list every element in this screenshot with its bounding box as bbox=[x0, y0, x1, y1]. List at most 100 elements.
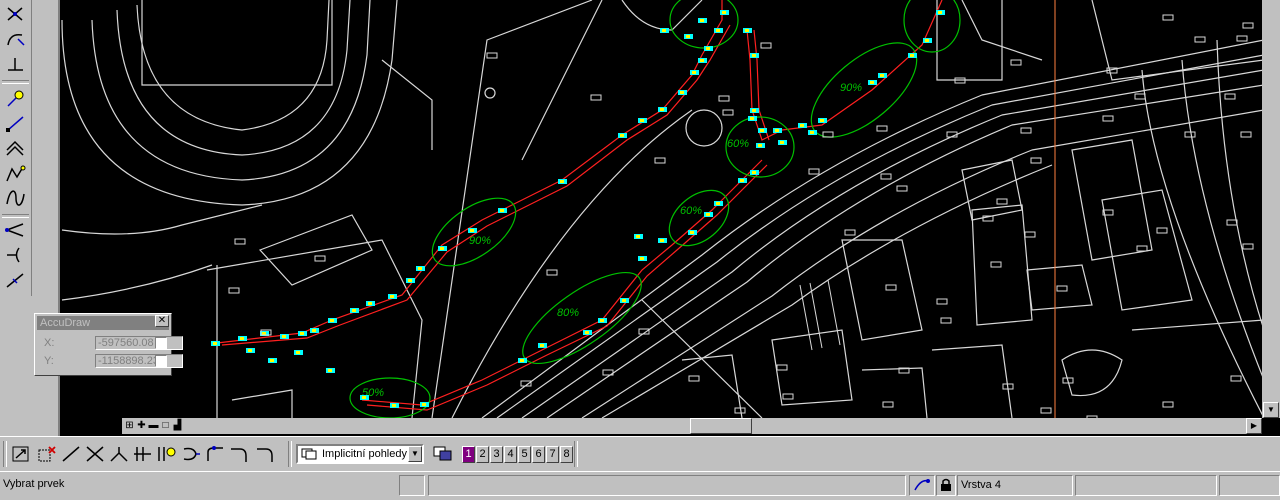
accudraw-title[interactable]: AccuDraw bbox=[37, 316, 169, 330]
construct-angle-icon[interactable] bbox=[4, 220, 27, 241]
arc-tangent-tool-icon[interactable] bbox=[4, 29, 27, 50]
smartline-icon[interactable] bbox=[4, 163, 27, 184]
horizontal-scroll-thumb[interactable] bbox=[690, 418, 752, 434]
survey-marker-core bbox=[660, 108, 664, 111]
trim-tool-icon[interactable] bbox=[180, 444, 202, 464]
survey-marker-core bbox=[636, 235, 640, 238]
survey-marker-core bbox=[585, 331, 589, 334]
bulb-tool-icon[interactable] bbox=[156, 444, 178, 464]
survey-marker-core bbox=[752, 171, 756, 174]
line-tool-icon[interactable] bbox=[60, 444, 82, 464]
window-area-icon[interactable]: □ bbox=[160, 420, 171, 432]
delete-element-icon[interactable] bbox=[36, 444, 58, 464]
scroll-right-button[interactable]: ▶ bbox=[1246, 418, 1262, 434]
x-lock-checkbox[interactable] bbox=[155, 337, 167, 349]
zoom-out-icon[interactable]: ▬ bbox=[148, 420, 159, 432]
snap-mode-icon[interactable] bbox=[909, 475, 935, 496]
cell-symbol bbox=[234, 238, 246, 245]
cell-symbol bbox=[1230, 375, 1242, 382]
modify-arc-icon[interactable] bbox=[254, 444, 276, 464]
accudraw-close-button[interactable]: ✕ bbox=[155, 315, 169, 327]
cell-symbol bbox=[228, 287, 240, 294]
survey-marker-core bbox=[418, 267, 422, 270]
survey-marker-core bbox=[780, 141, 784, 144]
survey-marker-core bbox=[540, 344, 544, 347]
y-coordinate-field[interactable]: -1158898.23 bbox=[95, 354, 183, 368]
survey-marker-core bbox=[270, 359, 274, 362]
cell-symbol bbox=[1030, 157, 1042, 164]
map-canvas[interactable]: 90% 60% 60% 90% 80% 50% bbox=[60, 0, 1264, 418]
parallel-tool-icon[interactable] bbox=[132, 444, 154, 464]
survey-marker-core bbox=[296, 351, 300, 354]
view-button-2[interactable]: 2 bbox=[476, 446, 489, 463]
cell-symbol bbox=[776, 364, 788, 371]
place-line-icon[interactable] bbox=[4, 113, 27, 134]
survey-marker-core bbox=[622, 299, 626, 302]
cell-symbol bbox=[1056, 285, 1068, 292]
survey-marker-core bbox=[560, 180, 564, 183]
survey-marker-core bbox=[752, 109, 756, 112]
construct-tangent-icon[interactable] bbox=[4, 245, 27, 266]
place-line-bulb-icon[interactable] bbox=[4, 88, 27, 109]
active-level[interactable]: Vrstva 4 bbox=[957, 475, 1073, 496]
view-button-4[interactable]: 4 bbox=[504, 446, 517, 463]
prompt-text: Vybrat prvek bbox=[3, 478, 65, 490]
update-view-icon[interactable]: ⊞ bbox=[124, 420, 135, 432]
survey-marker-core bbox=[700, 19, 704, 22]
view-button-6[interactable]: 6 bbox=[532, 446, 545, 463]
cell-symbol bbox=[1240, 131, 1252, 138]
cell-symbol bbox=[1136, 245, 1148, 252]
cell-symbol bbox=[844, 229, 856, 236]
zoom-in-icon[interactable]: ✚ bbox=[136, 420, 147, 432]
cell-symbol bbox=[486, 52, 498, 59]
parking-rows bbox=[799, 279, 841, 351]
curve-icon[interactable] bbox=[4, 188, 27, 209]
view-button-8[interactable]: 8 bbox=[560, 446, 573, 463]
view-windows-icon[interactable] bbox=[432, 444, 454, 464]
cell-symbol bbox=[990, 261, 1002, 268]
cell-symbol bbox=[880, 173, 892, 180]
survey-marker-core bbox=[392, 404, 396, 407]
fit-view-icon[interactable]: ▟ bbox=[172, 420, 183, 432]
view-button-5[interactable]: 5 bbox=[518, 446, 531, 463]
view-button-7[interactable]: 7 bbox=[546, 446, 559, 463]
palette-separator bbox=[2, 80, 29, 84]
view-button-3[interactable]: 3 bbox=[490, 446, 503, 463]
survey-marker-core bbox=[938, 11, 942, 14]
chevron-down-icon[interactable]: ▼ bbox=[408, 446, 422, 462]
cell-symbol bbox=[1040, 407, 1052, 414]
construct-line-icon[interactable] bbox=[4, 270, 27, 291]
horizontal-scrollbar[interactable]: ▶ bbox=[184, 418, 1262, 434]
intersect-tool-icon[interactable] bbox=[4, 4, 27, 25]
bottom-toolbar: Implicitní pohledy ▼ 12345678 bbox=[0, 436, 1280, 472]
survey-marker-core bbox=[300, 332, 304, 335]
cell-symbol bbox=[885, 284, 897, 291]
view-button-1[interactable]: 1 bbox=[462, 446, 475, 463]
drawing-view[interactable]: 90% 60% 60% 90% 80% 50% ⊞ ✚ ▬ □ ▟ ⟲ ⤢ ↶ … bbox=[58, 0, 1280, 436]
cell-symbol bbox=[1024, 231, 1036, 238]
element-selection-icon[interactable] bbox=[10, 444, 32, 464]
x-coordinate-field[interactable]: -597560.08 bbox=[95, 336, 183, 350]
multiline-icon[interactable] bbox=[4, 138, 27, 159]
survey-marker-core bbox=[352, 309, 356, 312]
cell-symbol bbox=[546, 269, 558, 276]
chamfer-tool-icon[interactable] bbox=[228, 444, 250, 464]
survey-marker-core bbox=[692, 71, 696, 74]
y-lock-checkbox[interactable] bbox=[155, 355, 167, 367]
intersection-tool-icon[interactable] bbox=[84, 444, 106, 464]
survey-marker-core bbox=[925, 39, 929, 42]
saved-views-dropdown[interactable]: Implicitní pohledy ▼ bbox=[296, 444, 424, 464]
survey-marker-core bbox=[662, 29, 666, 32]
vertical-scrollbar[interactable]: ▼ bbox=[1262, 0, 1280, 418]
survey-marker-core bbox=[760, 129, 764, 132]
zone-label: 90% bbox=[469, 235, 491, 247]
extend-tool-icon[interactable] bbox=[108, 444, 130, 464]
cell-symbol bbox=[760, 42, 772, 49]
view-window-icon bbox=[301, 448, 317, 460]
survey-marker-core bbox=[686, 35, 690, 38]
scroll-down-button[interactable]: ▼ bbox=[1263, 402, 1279, 418]
fillet-tool-icon[interactable] bbox=[204, 444, 226, 464]
lock-icon[interactable] bbox=[936, 475, 956, 496]
perpendicular-tool-icon[interactable] bbox=[4, 54, 27, 75]
cell-symbol bbox=[1102, 115, 1114, 122]
